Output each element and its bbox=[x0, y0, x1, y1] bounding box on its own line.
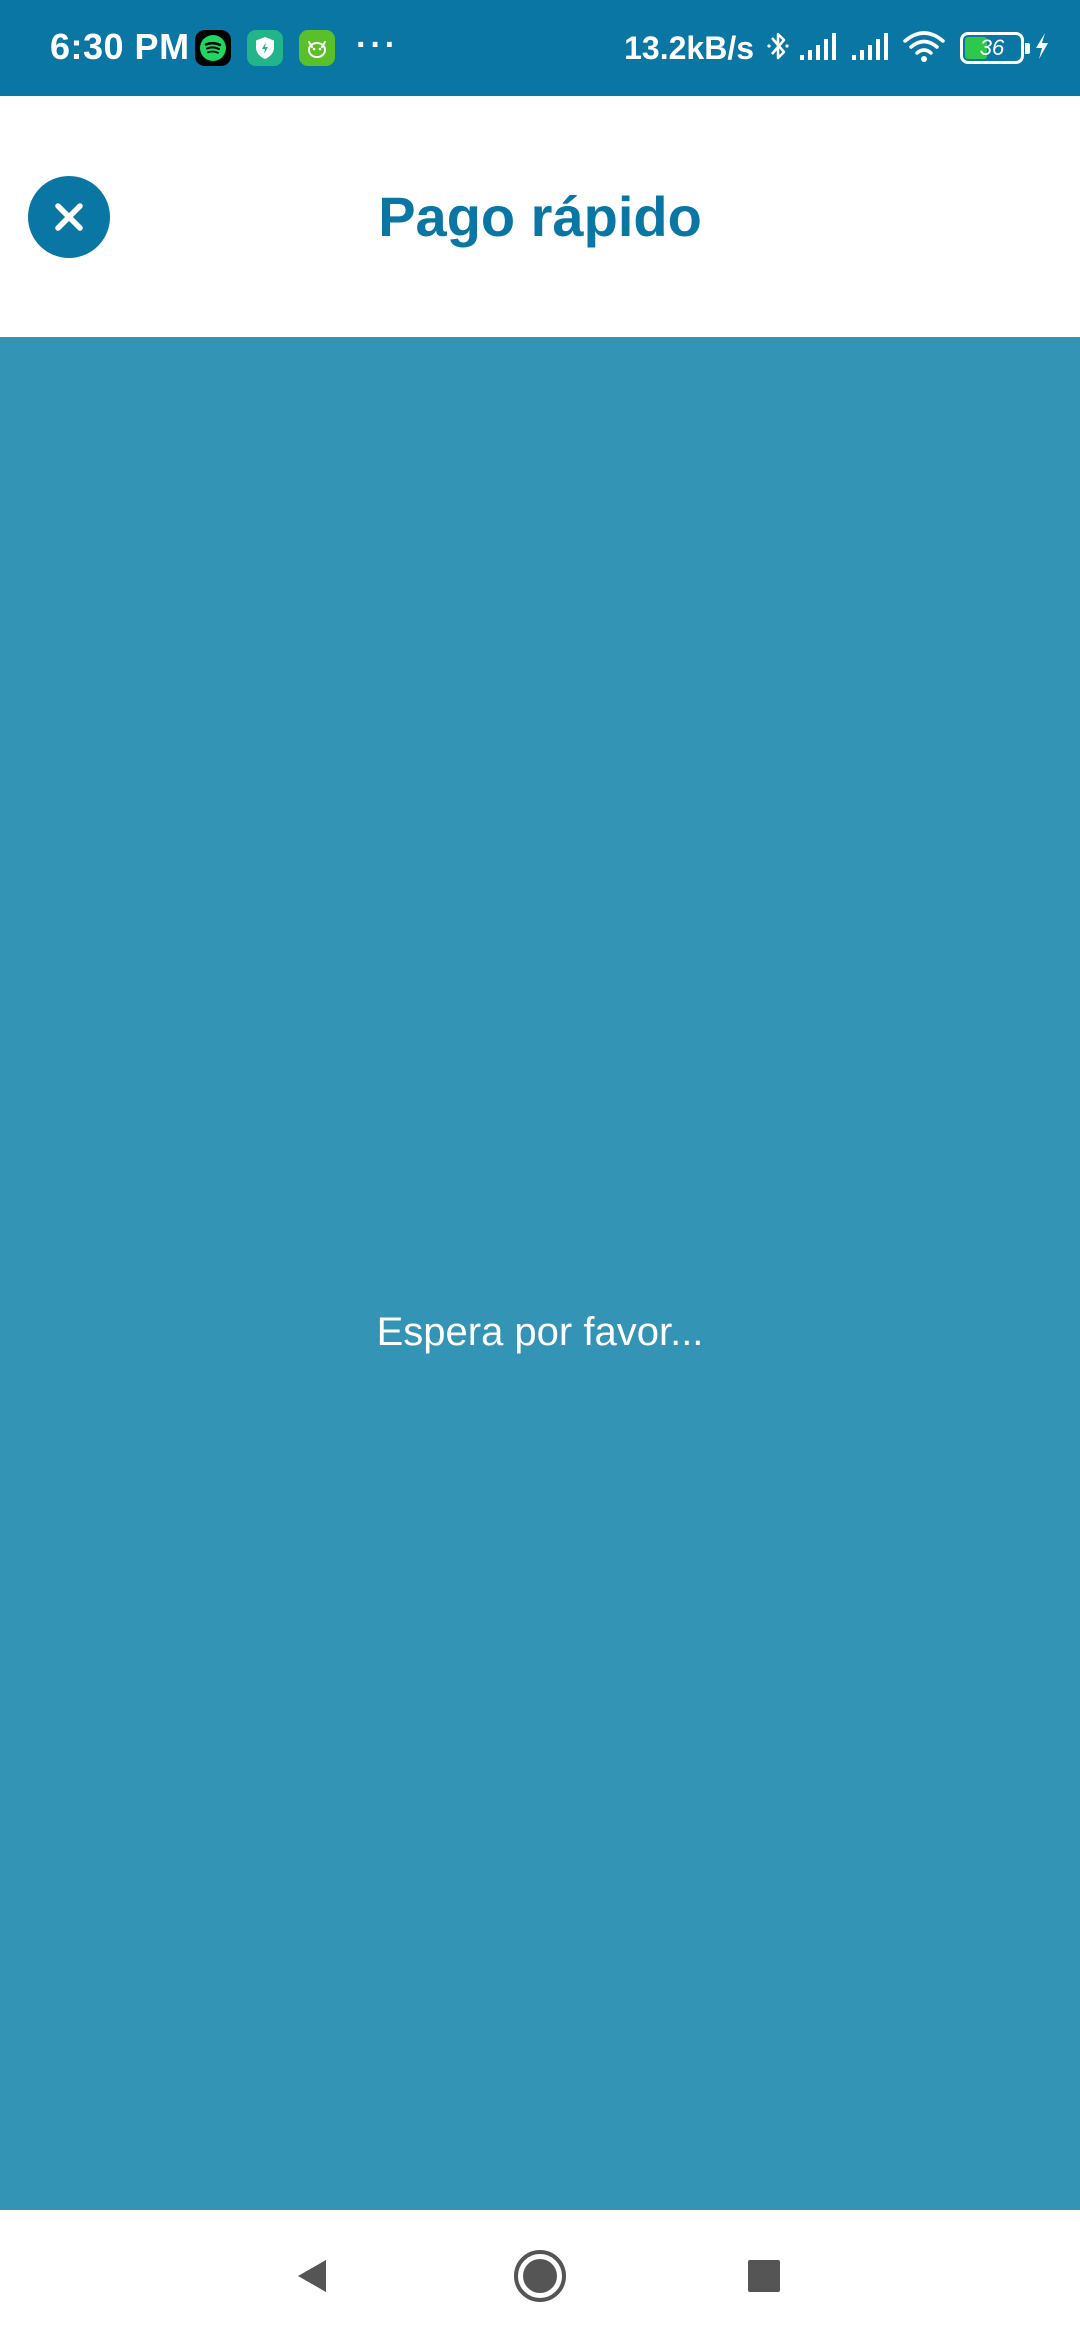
page-title: Pago rápido bbox=[378, 185, 702, 248]
loading-panel: Espera por favor... bbox=[0, 337, 1080, 2210]
screen: 6:30 PM ··· 13.2kB/s 36 Pago rápido Espe… bbox=[0, 0, 1080, 2340]
charging-icon bbox=[1032, 31, 1052, 66]
status-bar: 6:30 PM ··· 13.2kB/s 36 bbox=[0, 0, 1080, 96]
signal-icon bbox=[798, 31, 842, 66]
signal-icon bbox=[850, 31, 894, 66]
bluetooth-icon bbox=[766, 28, 790, 69]
battery-level: 36 bbox=[979, 35, 1005, 60]
spotify-icon bbox=[195, 30, 231, 66]
loading-text: Espera por favor... bbox=[376, 1310, 704, 1354]
recents-button[interactable] bbox=[734, 2246, 794, 2306]
home-icon bbox=[514, 2250, 566, 2302]
shield-app-icon bbox=[247, 30, 283, 66]
battery-icon: 36 bbox=[960, 32, 1030, 64]
status-time: 6:30 PM bbox=[50, 26, 190, 67]
back-button[interactable] bbox=[282, 2246, 342, 2306]
home-button[interactable] bbox=[510, 2246, 570, 2306]
navigation-bar bbox=[0, 2210, 1080, 2340]
net-speed: 13.2kB/s bbox=[624, 29, 754, 66]
back-icon bbox=[298, 2260, 326, 2292]
wifi-icon bbox=[902, 29, 946, 68]
notification-icons bbox=[195, 30, 335, 66]
recents-icon bbox=[748, 2260, 780, 2292]
system-status: 13.2kB/s 36 bbox=[624, 22, 1052, 74]
cat-app-icon bbox=[299, 30, 335, 66]
header: Pago rápido bbox=[0, 96, 1080, 337]
overflow-dots: ··· bbox=[356, 26, 399, 64]
